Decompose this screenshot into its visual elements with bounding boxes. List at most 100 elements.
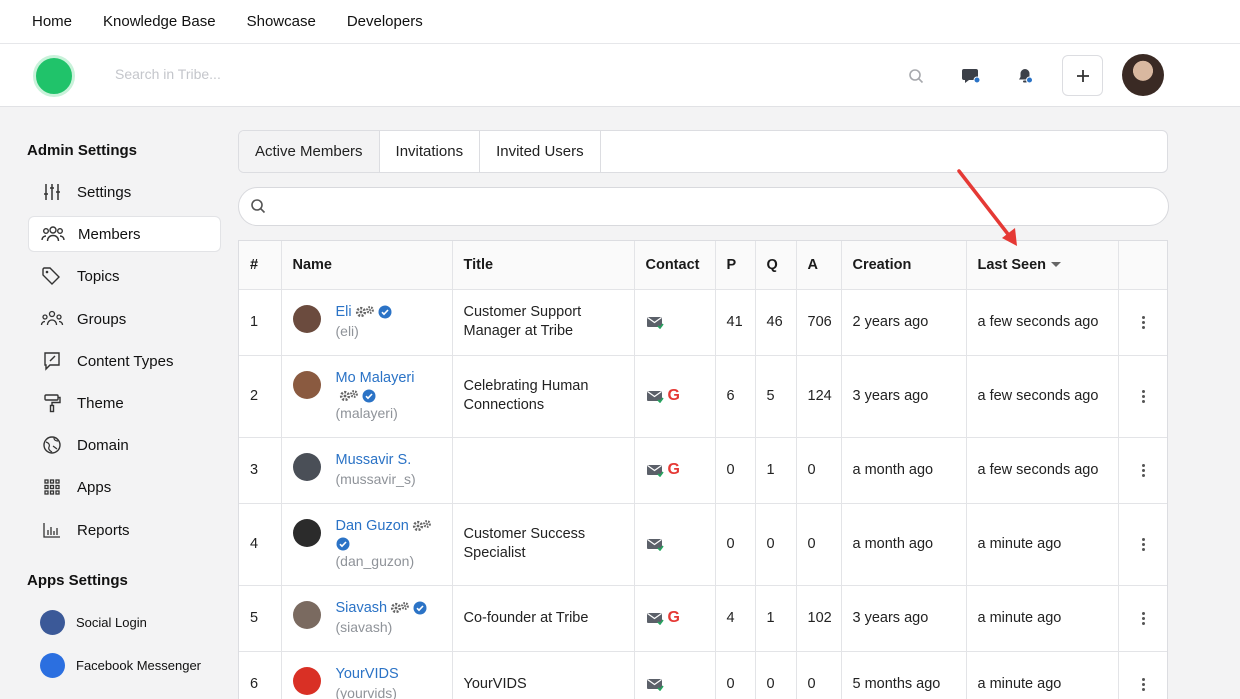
more-options-icon[interactable] bbox=[1130, 537, 1159, 551]
column-header-name[interactable]: Name bbox=[281, 241, 453, 290]
row-number: 5 bbox=[239, 585, 282, 652]
more-options-icon[interactable] bbox=[1130, 389, 1159, 403]
member-avatar[interactable] bbox=[292, 371, 321, 399]
sidebar-item-groups[interactable]: Groups bbox=[28, 301, 221, 337]
groups-icon bbox=[40, 309, 64, 329]
social-login-icon bbox=[40, 609, 65, 635]
admin-gears-icon bbox=[355, 306, 374, 318]
messenger-icon bbox=[40, 652, 65, 678]
member-questions: 1 bbox=[755, 437, 797, 504]
row-number: 3 bbox=[239, 437, 282, 504]
table-row[interactable]: 6 YourVIDS (yourvids) YourVIDS 0 0 0 5 months a… bbox=[239, 651, 1167, 699]
more-options-icon[interactable] bbox=[1130, 677, 1159, 691]
member-last-seen: a few seconds ago bbox=[966, 355, 1119, 438]
members-table: # Name Title Contact P Q A Creation Last… bbox=[238, 240, 1168, 699]
member-name-link[interactable]: Mo Malayeri bbox=[336, 370, 415, 386]
tab-invitations[interactable]: Invitations bbox=[380, 131, 481, 172]
app-item-facebook-messenger[interactable]: Facebook Messenger bbox=[40, 652, 201, 678]
table-row[interactable]: 2 Mo Malayeri (malayeri) Celebrating Human … bbox=[239, 355, 1167, 438]
sidebar-item-domain[interactable]: Domain bbox=[28, 427, 221, 463]
more-options-icon[interactable] bbox=[1130, 315, 1159, 329]
messages-icon[interactable] bbox=[959, 64, 983, 88]
sidebar-item-label: Content Types bbox=[77, 352, 174, 370]
bell-icon[interactable] bbox=[1013, 64, 1037, 88]
member-contact bbox=[634, 503, 716, 586]
table-row[interactable]: 4 Dan Guzon (dan_guzon) Customer Success Sp… bbox=[239, 503, 1167, 586]
member-search-input[interactable] bbox=[275, 194, 1145, 220]
row-actions-cell bbox=[1118, 585, 1167, 652]
app-item-label: Facebook Messenger bbox=[76, 657, 202, 673]
member-avatar[interactable] bbox=[292, 519, 321, 547]
app-header: Search in Tribe... bbox=[0, 44, 1240, 107]
admin-gears-icon bbox=[390, 602, 409, 614]
nav-developers[interactable]: Developers bbox=[347, 13, 423, 30]
sidebar-item-label: Apps bbox=[77, 478, 112, 496]
plus-icon bbox=[1076, 69, 1089, 82]
sidebar-item-topics[interactable]: Topics bbox=[28, 258, 221, 294]
email-icon bbox=[646, 538, 664, 551]
member-avatar[interactable] bbox=[292, 601, 321, 629]
member-search[interactable] bbox=[238, 187, 1169, 226]
column-header-creation[interactable]: Creation bbox=[841, 241, 967, 290]
member-avatar[interactable] bbox=[292, 667, 321, 695]
table-row[interactable]: 1 Eli (eli) Customer Support Manager at Tri… bbox=[239, 289, 1167, 356]
last-seen-label: Last Seen bbox=[977, 256, 1047, 273]
sort-caret-icon[interactable] bbox=[1051, 262, 1061, 268]
column-header-number[interactable]: # bbox=[239, 241, 282, 290]
column-header-a[interactable]: A bbox=[796, 241, 842, 290]
chat-edit-icon bbox=[40, 351, 64, 371]
member-answers: 0 bbox=[796, 437, 842, 504]
member-name-link[interactable]: Eli bbox=[336, 304, 352, 320]
sidebar-item-label: Domain bbox=[77, 436, 129, 454]
more-options-icon[interactable] bbox=[1130, 611, 1159, 625]
member-name-cell: Siavash (siavash) bbox=[281, 585, 453, 652]
member-answers: 0 bbox=[796, 503, 842, 586]
member-avatar[interactable] bbox=[292, 453, 321, 481]
tab-active-members[interactable]: Active Members bbox=[239, 131, 380, 172]
member-last-seen: a minute ago bbox=[966, 503, 1119, 586]
sidebar-item-members[interactable]: Members bbox=[28, 216, 221, 252]
table-row[interactable]: 5 Siavash (siavash) Co-founder at Tribe G 4 1 1… bbox=[239, 585, 1167, 652]
member-last-seen: a few seconds ago bbox=[966, 289, 1119, 356]
sidebar-item-label: Groups bbox=[77, 310, 127, 328]
member-posts: 0 bbox=[715, 437, 756, 504]
column-header-contact[interactable]: Contact bbox=[634, 241, 716, 290]
table-row[interactable]: 3 Mussavir S. (mussavir_s) G 0 1 0 a month ago a… bbox=[239, 437, 1167, 504]
member-name-link[interactable]: Siavash bbox=[336, 600, 388, 616]
member-contact bbox=[634, 289, 716, 356]
member-avatar[interactable] bbox=[292, 305, 321, 333]
apps-settings-heading: Apps Settings bbox=[27, 572, 128, 589]
logo[interactable] bbox=[33, 55, 75, 97]
member-tabs: Active Members Invitations Invited Users bbox=[238, 130, 1168, 173]
create-button[interactable] bbox=[1062, 55, 1103, 96]
sidebar-item-settings[interactable]: Settings bbox=[28, 174, 221, 210]
google-icon: G bbox=[667, 387, 680, 404]
search-icon[interactable] bbox=[904, 64, 928, 88]
header-search-input[interactable]: Search in Tribe... bbox=[115, 66, 221, 82]
tab-invited-users[interactable]: Invited Users bbox=[480, 131, 601, 172]
sidebar-item-content-types[interactable]: Content Types bbox=[28, 343, 221, 379]
column-header-title[interactable]: Title bbox=[452, 241, 635, 290]
member-handle: (siavash) bbox=[335, 619, 393, 635]
column-header-q[interactable]: Q bbox=[755, 241, 797, 290]
member-name-link[interactable]: Mussavir S. bbox=[336, 452, 412, 468]
user-avatar[interactable] bbox=[1122, 54, 1164, 96]
member-answers: 0 bbox=[796, 651, 842, 699]
search-icon bbox=[250, 198, 266, 219]
sidebar-item-reports[interactable]: Reports bbox=[28, 512, 221, 548]
member-handle: (dan_guzon) bbox=[335, 553, 415, 569]
row-actions-cell bbox=[1118, 503, 1167, 586]
sidebar-item-apps[interactable]: Apps bbox=[28, 469, 221, 505]
more-options-icon[interactable] bbox=[1130, 463, 1159, 477]
app-item-social-login[interactable]: Social Login bbox=[40, 609, 147, 635]
sidebar-item-theme[interactable]: Theme bbox=[28, 385, 221, 421]
nav-home[interactable]: Home bbox=[32, 13, 72, 30]
column-header-p[interactable]: P bbox=[715, 241, 756, 290]
member-name-cell: Dan Guzon (dan_guzon) bbox=[281, 503, 453, 586]
column-header-last-seen[interactable]: Last Seen bbox=[966, 241, 1119, 290]
member-name-link[interactable]: Dan Guzon bbox=[336, 518, 409, 534]
nav-knowledge-base[interactable]: Knowledge Base bbox=[103, 13, 216, 30]
admin-gears-icon bbox=[412, 520, 431, 532]
member-name-link[interactable]: YourVIDS bbox=[336, 666, 399, 682]
nav-showcase[interactable]: Showcase bbox=[247, 13, 316, 30]
